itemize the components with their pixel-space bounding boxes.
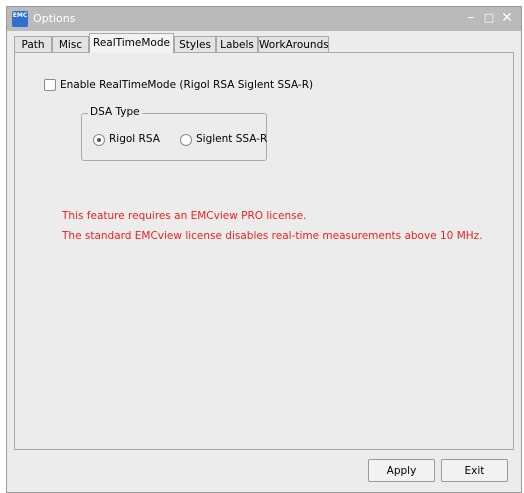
- tab-path[interactable]: Path: [14, 36, 52, 52]
- realtimemode-panel: Enable RealTimeMode (Rigol RSA Siglent S…: [14, 52, 514, 450]
- enable-realtime-checkbox[interactable]: [44, 79, 56, 91]
- radio-rigol-rsa-label[interactable]: Rigol RSA: [109, 133, 160, 145]
- exit-button[interactable]: Exit: [441, 459, 508, 482]
- app-icon: EMC: [12, 11, 28, 27]
- apply-button[interactable]: Apply: [368, 459, 435, 482]
- tab-misc[interactable]: Misc: [52, 36, 89, 52]
- tab-workarounds[interactable]: WorkArounds: [258, 36, 329, 52]
- radio-siglent-ssa-r-label[interactable]: Siglent SSA-R: [196, 133, 267, 145]
- tab-labels[interactable]: Labels: [216, 36, 258, 52]
- title-bar[interactable]: EMC Options – □ ✕: [7, 7, 521, 31]
- minimize-icon[interactable]: –: [463, 10, 479, 26]
- tab-styles[interactable]: Styles: [174, 36, 216, 52]
- dsa-type-group: DSA Type Rigol RSA Siglent SSA-R: [81, 106, 267, 161]
- close-icon[interactable]: ✕: [499, 10, 515, 26]
- license-warning-text: This feature requires an EMCview PRO lic…: [62, 210, 307, 222]
- radio-siglent-ssa-r[interactable]: [180, 134, 192, 146]
- enable-realtime-label[interactable]: Enable RealTimeMode (Rigol RSA Siglent S…: [60, 79, 313, 91]
- maximize-icon[interactable]: □: [481, 10, 497, 26]
- window-title: Options: [33, 12, 76, 25]
- dsa-type-title: DSA Type: [88, 106, 142, 118]
- radio-rigol-rsa[interactable]: [93, 134, 105, 146]
- tab-realtimemode[interactable]: RealTimeMode: [89, 33, 174, 53]
- license-limit-text: The standard EMCview license disables re…: [62, 230, 483, 242]
